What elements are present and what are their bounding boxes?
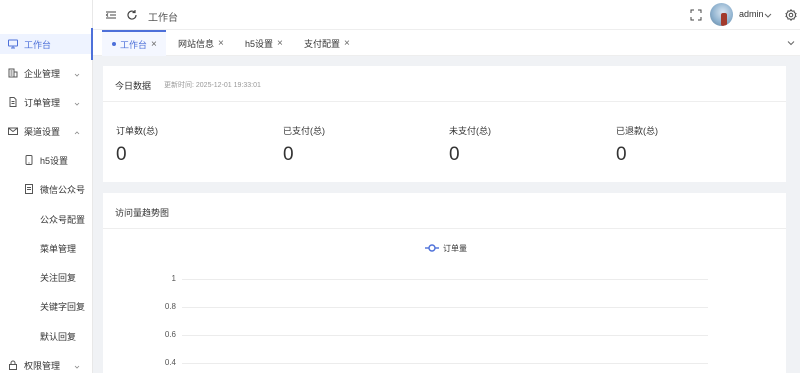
sidebar-item-keyword-reply[interactable]: 关键字回复 bbox=[0, 296, 92, 316]
trend-chart-card bbox=[103, 193, 786, 373]
update-time: 更新时间: 2025-12-01 19:33:01 bbox=[164, 82, 261, 89]
tab-label: 工作台 bbox=[120, 39, 148, 50]
sidebar-item-default-reply[interactable]: 默认回复 bbox=[0, 326, 92, 346]
sidebar-item-label: 权限管理 bbox=[24, 360, 61, 371]
active-dot bbox=[112, 42, 116, 46]
sidebar-item-label: h5设置 bbox=[40, 155, 69, 166]
close-icon[interactable]: × bbox=[151, 39, 157, 50]
gridline bbox=[182, 363, 708, 364]
phone-icon bbox=[24, 155, 34, 165]
file-icon bbox=[24, 184, 34, 194]
stat-value-refunded: 0 bbox=[616, 144, 627, 165]
gridline bbox=[182, 307, 708, 308]
fullscreen-icon[interactable] bbox=[690, 9, 702, 21]
sidebar-item-label: 关键字回复 bbox=[40, 301, 86, 312]
sidebar-item-orders[interactable]: 订单管理 bbox=[0, 92, 92, 112]
chevron-down-icon bbox=[74, 70, 80, 77]
stat-label-orders: 订单数(总) bbox=[116, 126, 158, 136]
refresh-icon[interactable] bbox=[126, 9, 138, 21]
building-icon bbox=[8, 68, 18, 78]
y-tick-label: 1 bbox=[171, 274, 176, 283]
mail-icon bbox=[8, 126, 18, 136]
gridline bbox=[182, 279, 708, 280]
sidebar-item-h5[interactable]: h5设置 bbox=[0, 150, 92, 170]
close-icon[interactable]: × bbox=[218, 38, 224, 49]
sidebar-item-label: 关注回复 bbox=[40, 272, 77, 283]
top-header: 工作台 admin bbox=[93, 0, 800, 30]
stat-label-unpaid: 未支付(总) bbox=[449, 126, 491, 136]
close-icon[interactable]: × bbox=[277, 38, 283, 49]
chevron-down-icon bbox=[74, 99, 80, 106]
gear-icon[interactable] bbox=[785, 9, 797, 21]
stat-label-paid: 已支付(总) bbox=[283, 126, 325, 136]
lock-icon bbox=[8, 360, 18, 370]
card-title: 今日数据 bbox=[115, 81, 152, 91]
menu-fold-icon[interactable] bbox=[105, 9, 117, 21]
username[interactable]: admin bbox=[739, 9, 764, 19]
sidebar-item-label: 菜单管理 bbox=[40, 243, 77, 254]
document-icon bbox=[8, 97, 18, 107]
legend-label[interactable]: 订单量 bbox=[443, 243, 467, 254]
sidebar-item-label: 企业管理 bbox=[24, 68, 61, 79]
y-tick-label: 0.4 bbox=[164, 358, 176, 367]
tab-label: 网站信息 bbox=[178, 38, 215, 49]
chevron-down-icon[interactable] bbox=[764, 9, 772, 21]
divider bbox=[103, 101, 786, 102]
tab-workbench[interactable]: 工作台 × bbox=[102, 30, 166, 56]
stat-value-paid: 0 bbox=[283, 144, 294, 165]
sidebar-item-label: 工作台 bbox=[24, 39, 52, 50]
sidebar-item-workbench[interactable]: 工作台 bbox=[0, 28, 93, 60]
sidebar-item-permissions[interactable]: 权限管理 bbox=[0, 355, 92, 373]
divider bbox=[103, 228, 786, 229]
breadcrumb: 工作台 bbox=[148, 13, 178, 24]
sidebar-item-label: 微信公众号 bbox=[40, 184, 86, 195]
tab-bar: 工作台 × 网站信息 × h5设置 × 支付配置 × bbox=[93, 30, 800, 56]
close-icon[interactable]: × bbox=[344, 38, 350, 49]
sidebar-item-menu[interactable]: 菜单管理 bbox=[0, 238, 92, 258]
tab-h5-settings[interactable]: h5设置 × bbox=[245, 30, 283, 56]
sidebar-item-channels[interactable]: 渠道设置 bbox=[0, 121, 92, 141]
stat-label-refunded: 已退款(总) bbox=[616, 126, 658, 136]
sidebar-item-label: 默认回复 bbox=[40, 331, 77, 342]
avatar[interactable] bbox=[710, 3, 733, 26]
sidebar-item-label: 订单管理 bbox=[24, 97, 61, 108]
sidebar: 工作台 企业管理 订单管理 渠道设置 h5设置 微信公众号 公众号配置 菜单管理… bbox=[0, 0, 93, 373]
monitor-icon bbox=[8, 39, 18, 49]
sidebar-item-follow-reply[interactable]: 关注回复 bbox=[0, 267, 92, 287]
tab-label: 支付配置 bbox=[304, 38, 341, 49]
chevron-down-icon[interactable] bbox=[787, 39, 795, 50]
tab-label: h5设置 bbox=[245, 38, 274, 49]
y-tick-label: 0.8 bbox=[164, 302, 176, 311]
tab-site-info[interactable]: 网站信息 × bbox=[178, 30, 224, 56]
sidebar-item-enterprise[interactable]: 企业管理 bbox=[0, 63, 92, 83]
gridline bbox=[182, 335, 708, 336]
scrollbar[interactable] bbox=[787, 56, 800, 373]
card-title: 访问量趋势图 bbox=[115, 208, 170, 218]
sidebar-item-wechat-config[interactable]: 公众号配置 bbox=[0, 209, 92, 229]
stat-value-unpaid: 0 bbox=[449, 144, 460, 165]
chevron-up-icon bbox=[74, 128, 80, 135]
legend-marker[interactable] bbox=[425, 243, 439, 253]
stat-value-orders: 0 bbox=[116, 144, 127, 165]
sidebar-item-label: 公众号配置 bbox=[40, 214, 86, 225]
y-tick-label: 0.6 bbox=[164, 330, 176, 339]
tab-payment-config[interactable]: 支付配置 × bbox=[304, 30, 350, 56]
sidebar-item-label: 渠道设置 bbox=[24, 126, 61, 137]
chevron-down-icon bbox=[74, 362, 80, 369]
sidebar-item-wechat[interactable]: 微信公众号 bbox=[0, 179, 92, 199]
